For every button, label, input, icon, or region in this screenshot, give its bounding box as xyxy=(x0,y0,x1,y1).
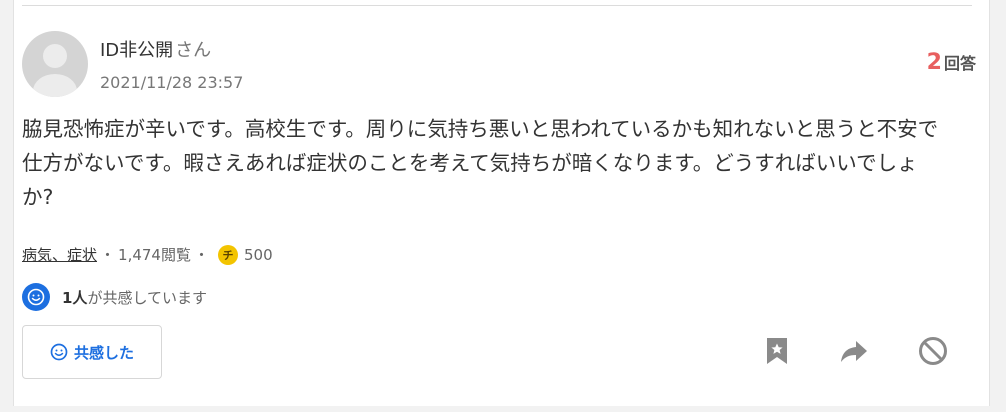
coin-icon: チ xyxy=(218,244,238,265)
empathy-smile-icon xyxy=(22,283,50,311)
user-name[interactable]: ID非公開 さん xyxy=(100,36,211,62)
question-body: 脇見恐怖症が辛いです。高校生です。周りに気持ち悪いと思われているかも知れないと思… xyxy=(22,117,939,209)
post-timestamp: 2021/11/28 23:57 xyxy=(100,73,244,92)
view-count: 1,474閲覧 xyxy=(118,246,191,264)
divider xyxy=(22,5,972,6)
empathy-summary: 1人 が共感しています xyxy=(22,283,207,311)
empathy-text: が共感しています xyxy=(87,288,207,307)
meta-separator: ・ xyxy=(100,246,116,264)
bookmark-icon[interactable] xyxy=(761,335,793,367)
default-avatar-icon xyxy=(33,44,77,97)
user-suffix: さん xyxy=(175,40,212,61)
empathy-count: 1人 xyxy=(62,288,88,307)
question-meta: 病気、症状 ・ 1,474閲覧 ・ チ 500 xyxy=(22,244,273,265)
share-arrow-icon[interactable] xyxy=(838,335,870,367)
smile-icon xyxy=(50,343,68,361)
meta-separator: ・ xyxy=(193,246,209,264)
block-icon[interactable] xyxy=(917,335,949,367)
empathy-button-label: 共感した xyxy=(73,343,134,362)
answer-count-number: 2 xyxy=(926,50,942,75)
coin-amount: 500 xyxy=(244,245,273,264)
empathy-button[interactable]: 共感した xyxy=(22,325,162,379)
category-link[interactable]: 病気、症状 xyxy=(22,244,97,265)
avatar[interactable] xyxy=(22,31,88,97)
user-id[interactable]: ID非公開 xyxy=(100,40,173,61)
answer-count[interactable]: 2 回答 xyxy=(927,50,976,75)
answer-count-label: 回答 xyxy=(943,54,976,73)
